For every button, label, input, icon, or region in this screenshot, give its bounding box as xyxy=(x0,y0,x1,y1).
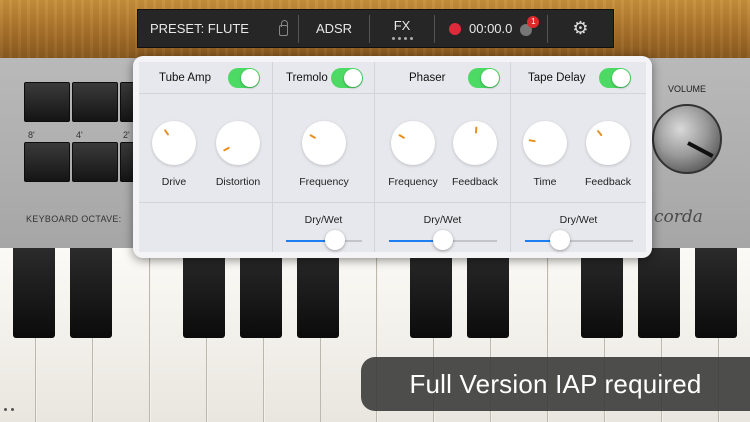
black-key[interactable] xyxy=(410,248,452,338)
record-button[interactable] xyxy=(449,22,461,35)
keyboard-octave-label: KEYBOARD OCTAVE: xyxy=(26,214,122,224)
fx-module-tube-amp: Tube Amp Drive Distortion xyxy=(139,62,273,252)
recordings-count-badge: 1 xyxy=(527,15,540,28)
feedback-knob[interactable] xyxy=(453,121,497,165)
module-title: Phaser xyxy=(409,71,446,84)
black-key[interactable] xyxy=(240,248,282,338)
drawbar[interactable] xyxy=(24,142,70,182)
drawbar[interactable] xyxy=(24,82,70,122)
iap-banner: Full Version IAP required xyxy=(361,357,750,411)
drawbar-label: 4' xyxy=(76,130,83,140)
fx-module-phaser: Phaser Frequency Feedback Dry/Wet xyxy=(375,62,511,252)
drawbar[interactable] xyxy=(72,142,118,182)
top-toolbar: PRESET: FLUTE ADSR FX 00:00.0 1 ⚙ xyxy=(137,9,614,48)
slider-thumb[interactable] xyxy=(325,230,345,250)
settings-gear-icon[interactable]: ⚙ xyxy=(548,18,613,39)
fx-dialog: Tube Amp Drive Distortion Tremolo Freque… xyxy=(133,56,652,258)
distortion-knob[interactable] xyxy=(216,121,260,165)
dry-wet-slider[interactable] xyxy=(389,230,497,250)
adsr-button[interactable]: ADSR xyxy=(299,21,369,36)
knob-label: Frequency xyxy=(299,176,349,188)
dry-wet-label: Dry/Wet xyxy=(304,214,343,226)
drive-knob[interactable] xyxy=(152,121,196,165)
dry-wet-slider[interactable] xyxy=(525,230,633,250)
tremolo-toggle[interactable] xyxy=(331,68,363,88)
drawbar[interactable] xyxy=(72,82,118,122)
black-key[interactable] xyxy=(638,248,680,338)
slider-thumb[interactable] xyxy=(433,230,453,250)
dry-wet-label: Dry/Wet xyxy=(559,214,598,226)
black-key[interactable] xyxy=(183,248,225,338)
knob-label: Distortion xyxy=(215,176,261,188)
dry-wet-label: Dry/Wet xyxy=(423,214,462,226)
more-dots-icon xyxy=(4,408,14,411)
slider-thumb[interactable] xyxy=(550,230,570,250)
fx-button[interactable]: FX xyxy=(370,18,434,40)
black-key[interactable] xyxy=(467,248,509,338)
feedback-knob[interactable] xyxy=(586,121,630,165)
frequency-knob[interactable] xyxy=(391,121,435,165)
black-key[interactable] xyxy=(297,248,339,338)
drawbar-label: 8' xyxy=(28,130,35,140)
volume-knob[interactable] xyxy=(652,104,722,174)
black-key[interactable] xyxy=(13,248,55,338)
recordings-button[interactable]: 1 xyxy=(520,15,540,37)
volume-label: VOLUME xyxy=(668,84,707,94)
dry-wet-slider[interactable] xyxy=(286,230,362,250)
fx-module-tape-delay: Tape Delay Time Feedback Dry/Wet xyxy=(511,62,646,252)
black-key[interactable] xyxy=(581,248,623,338)
brand-logo: corda xyxy=(654,207,703,227)
tape-delay-toggle[interactable] xyxy=(599,68,631,88)
module-title: Tube Amp xyxy=(159,71,211,84)
black-key[interactable] xyxy=(70,248,112,338)
fx-label: FX xyxy=(393,17,411,33)
preset-label: PRESET: FLUTE xyxy=(150,21,249,36)
frequency-knob[interactable] xyxy=(302,121,346,165)
lock-icon[interactable] xyxy=(279,20,288,36)
fx-module-tremolo: Tremolo Frequency Dry/Wet xyxy=(273,62,375,252)
module-title: Tape Delay xyxy=(528,71,586,84)
time-knob[interactable] xyxy=(523,121,567,165)
tube-amp-toggle[interactable] xyxy=(228,68,260,88)
module-title: Tremolo xyxy=(286,71,328,84)
knob-label: Feedback xyxy=(584,176,632,188)
page-dots-icon xyxy=(370,36,434,40)
black-key[interactable] xyxy=(695,248,737,338)
record-timer: 00:00.0 xyxy=(469,21,513,36)
drawbar-label: 2' xyxy=(123,130,130,140)
preset-selector[interactable]: PRESET: FLUTE xyxy=(138,20,298,36)
knob-label: Feedback xyxy=(451,176,499,188)
phaser-toggle[interactable] xyxy=(468,68,500,88)
